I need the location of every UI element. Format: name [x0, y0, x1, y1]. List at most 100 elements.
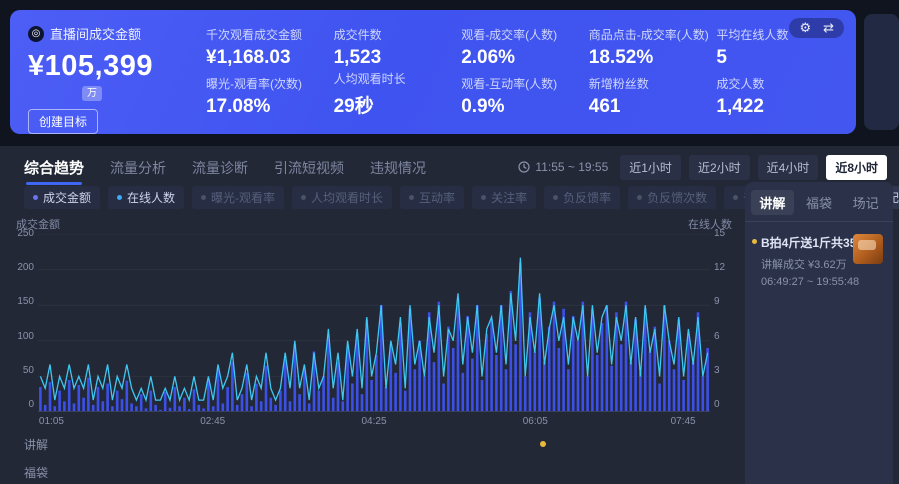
metric-label: 成交人数 [716, 75, 838, 92]
metrics-summary-card: ◎ 直播间成交金额 ¥105,399 万 创建目标 千次观看成交金额 ¥1,168… [10, 10, 856, 134]
tick-label: 9 [714, 296, 720, 307]
trend-chart-plot[interactable] [38, 234, 710, 412]
nav-tabs-row: 综合趋势 流量分析 流量诊断 引流短视频 违规情况 11:55 ~ 19:55 … [0, 152, 899, 182]
chip-gmv[interactable]: 成交金额 [24, 186, 100, 209]
gear-icon[interactable]: ⚙ [799, 20, 811, 36]
timeline-marker-dot[interactable] [540, 441, 546, 447]
panel-tab-explain[interactable]: 讲解 [751, 190, 794, 215]
chip-dot [637, 195, 642, 200]
metric-label: 千次观看成交金额 [206, 26, 328, 43]
x-tick-label: 06:05 [523, 416, 548, 427]
chip-label: 成交金额 [43, 189, 91, 206]
chip-dot [117, 195, 122, 200]
metric-value: 17.08% [206, 96, 328, 118]
time-button-4h[interactable]: 近4小时 [758, 155, 819, 180]
product-thumbnail [853, 234, 883, 264]
x-tick-label: 07:45 [671, 416, 696, 427]
tick-label: 6 [714, 331, 720, 342]
chip-dot [553, 195, 558, 200]
chip-dot [301, 195, 306, 200]
chip-label: 负反馈次数 [647, 189, 707, 206]
explain-panel: 讲解 福袋 场记 B拍4斤送1斤共35-4... 讲解成交 ¥3.62万 06:… [745, 182, 893, 484]
chip-label: 负反馈率 [563, 189, 611, 206]
metric-label: 观看-成交率(人数) [461, 26, 583, 43]
metric-label: 成交件数 [334, 26, 456, 43]
metric-label: 曝光-观看率(次数) [206, 75, 328, 92]
metric-column: 商品点击-成交率(人数) 18.52% 新增粉丝数 461 [583, 24, 711, 122]
chip-label: 在线人数 [127, 189, 175, 206]
target-icon: ◎ [28, 26, 44, 42]
primary-metric-label: 直播间成交金额 [50, 24, 141, 43]
tick-label: 3 [714, 365, 720, 376]
metric-value: 461 [589, 96, 711, 118]
tick-label: 15 [714, 228, 725, 239]
live-analytics-dashboard: ◎ 直播间成交金额 ¥105,399 万 创建目标 千次观看成交金额 ¥1,168… [0, 0, 899, 484]
metric-value: 18.52% [589, 47, 711, 69]
tick-label: 50 [23, 365, 34, 376]
chip-dot [409, 195, 414, 200]
tab-traffic-diagnosis[interactable]: 流量诊断 [192, 158, 248, 178]
time-controls: 11:55 ~ 19:55 近1小时 近2小时 近4小时 近8小时 [518, 155, 887, 180]
metric-value: 5 [716, 47, 838, 69]
panel-tabs: 讲解 福袋 场记 [745, 182, 893, 222]
metric-chips-row: 成交金额 在线人数 曝光-观看率 人均观看时长 互动率 关注率 负反馈率 负反馈… [24, 186, 734, 209]
right-axis-ticks: 15 12 9 6 3 0 [714, 228, 736, 410]
chip-dot [33, 195, 38, 200]
item-bullet-dot [752, 239, 757, 244]
left-axis-ticks: 250 200 150 100 50 0 [8, 228, 34, 410]
card-actions: ⚙ ⇄ [789, 18, 844, 38]
primary-metric-value: ¥105,399 [28, 50, 200, 83]
metric-value: ¥1,168.03 [206, 47, 328, 69]
panel-tab-log[interactable]: 场记 [844, 190, 887, 215]
chip-dot [481, 195, 486, 200]
tab-traffic-analysis[interactable]: 流量分析 [110, 158, 166, 178]
chip-online-users[interactable]: 在线人数 [108, 186, 184, 209]
chip-follow-rate[interactable]: 关注率 [472, 186, 536, 209]
chip-negative-feedback-rate[interactable]: 负反馈率 [544, 186, 620, 209]
x-tick-label: 02:45 [200, 416, 225, 427]
tab-violations[interactable]: 违规情况 [370, 158, 426, 178]
metric-value: 0.9% [461, 96, 583, 118]
x-tick-label: 04:25 [361, 416, 386, 427]
unit-badge: 万 [82, 86, 102, 101]
timeline-row-luckybag: 福袋 [0, 464, 744, 480]
chip-interaction-rate[interactable]: 互动率 [400, 186, 464, 209]
timeline-row-label: 讲解 [0, 436, 38, 453]
panel-tab-luckybag[interactable]: 福袋 [798, 190, 841, 215]
chip-avg-watch-time[interactable]: 人均观看时长 [292, 186, 392, 209]
metric-column: 千次观看成交金额 ¥1,168.03 曝光-观看率(次数) 17.08% [200, 24, 328, 122]
create-goal-button[interactable]: 创建目标 [28, 109, 98, 134]
metric-column: 成交件数1,523 人均观看时长29秒 [328, 24, 456, 122]
metric-column: 观看-成交率(人数) 2.06% 观看-互动率(人数) 0.9% [455, 24, 583, 122]
tab-short-video[interactable]: 引流短视频 [274, 158, 344, 178]
tick-label: 200 [17, 262, 34, 273]
chip-dot [201, 195, 206, 200]
time-range[interactable]: 11:55 ~ 19:55 [518, 160, 608, 174]
chip-negative-feedback-count[interactable]: 负反馈次数 [628, 186, 716, 209]
metric-value: 1,523 [334, 47, 456, 69]
time-button-8h[interactable]: 近8小时 [826, 155, 887, 180]
swap-icon[interactable]: ⇄ [823, 20, 834, 36]
metric-value: 29秒 [334, 91, 456, 118]
chip-label: 曝光-观看率 [211, 189, 275, 206]
timeline-track [52, 436, 744, 452]
tick-label: 150 [17, 296, 34, 307]
chip-label: 关注率 [491, 189, 527, 206]
trend-chart-area: 成交金额 在线人数 250 200 150 100 50 0 15 12 9 6… [0, 214, 744, 484]
metric-value: 2.06% [461, 47, 583, 69]
explain-item[interactable]: B拍4斤送1斤共35-4... 讲解成交 ¥3.62万 06:49:27 ~ 1… [745, 222, 893, 288]
time-button-2h[interactable]: 近2小时 [689, 155, 750, 180]
chip-exposure-view-rate[interactable]: 曝光-观看率 [192, 186, 284, 209]
chip-label: 互动率 [419, 189, 455, 206]
time-button-1h[interactable]: 近1小时 [620, 155, 681, 180]
clock-icon [518, 161, 530, 173]
tick-label: 12 [714, 262, 725, 273]
next-card-edge [864, 14, 899, 130]
metric-label: 观看-互动率(人数) [461, 75, 583, 92]
metric-label: 商品点击-成交率(人数) [589, 26, 711, 43]
tab-overall-trend[interactable]: 综合趋势 [24, 157, 84, 178]
tick-label: 250 [17, 228, 34, 239]
metric-value: 1,422 [716, 96, 838, 118]
metric-label: 新增粉丝数 [589, 75, 711, 92]
primary-metric: ◎ 直播间成交金额 ¥105,399 万 创建目标 [28, 24, 200, 122]
